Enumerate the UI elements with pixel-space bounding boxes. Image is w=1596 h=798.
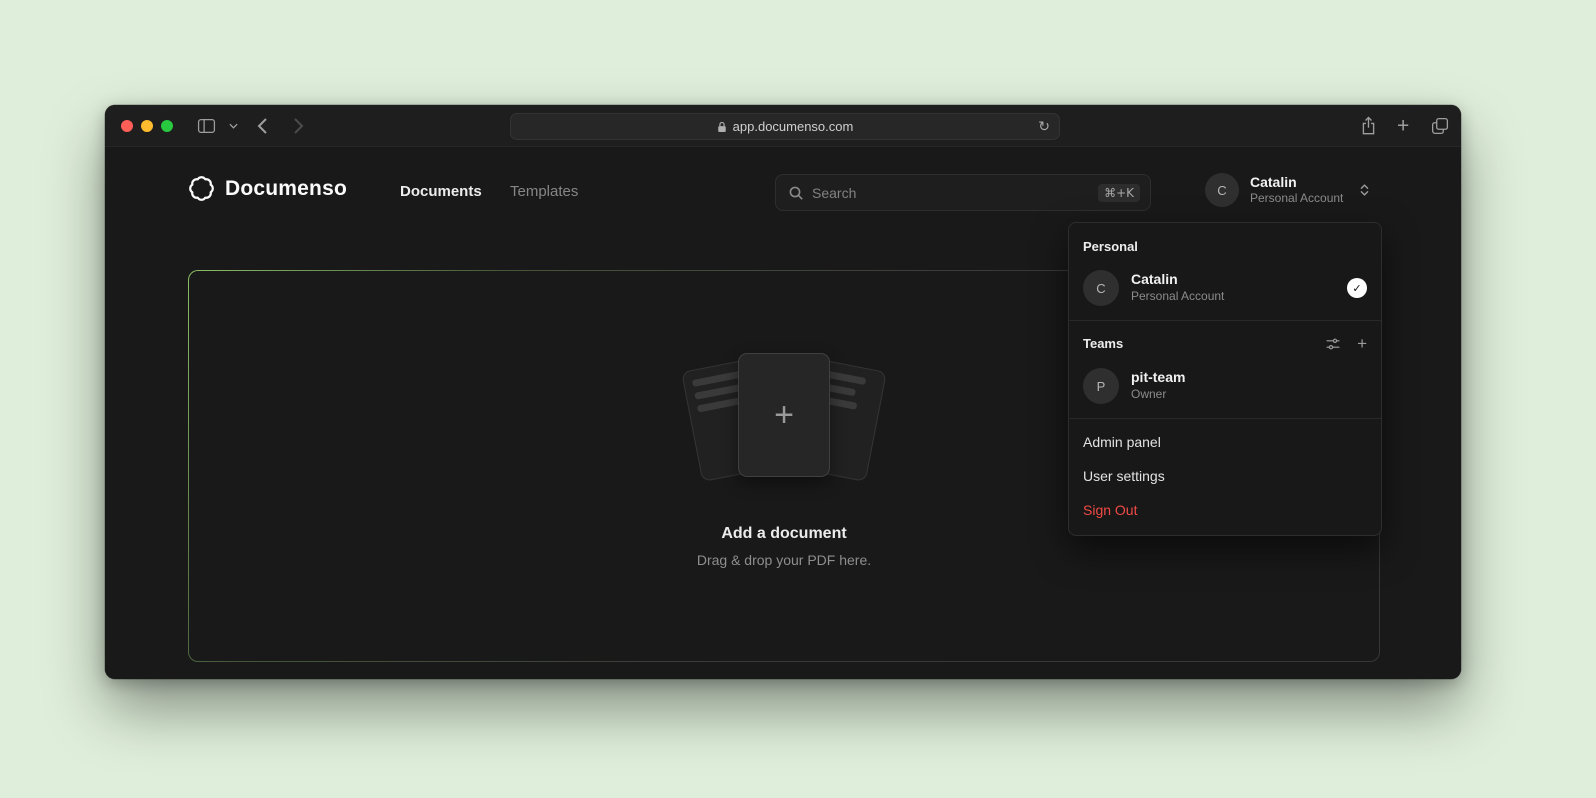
dropzone-title: Add a document	[721, 525, 846, 543]
brand[interactable]: Documenso	[188, 175, 347, 202]
minimize-window-button[interactable]	[141, 120, 153, 132]
avatar: P	[1083, 368, 1119, 404]
personal-section-label: Personal	[1069, 227, 1381, 262]
tab-overview-icon[interactable]	[1431, 117, 1449, 135]
menu-account-name: Catalin	[1131, 271, 1224, 289]
account-type: Personal Account	[1250, 191, 1343, 207]
menu-item-team[interactable]: P pit-team Owner	[1069, 360, 1381, 412]
url-text: app.documenso.com	[733, 119, 854, 134]
refresh-icon[interactable]: ↻	[1038, 119, 1050, 135]
nav-documents[interactable]: Documents	[400, 183, 482, 200]
lock-icon	[717, 121, 727, 133]
menu-account-type: Personal Account	[1131, 289, 1224, 305]
document-card-center: +	[738, 353, 830, 477]
avatar: C	[1205, 173, 1239, 207]
avatar: C	[1083, 270, 1119, 306]
search-bar[interactable]: ⌘+K	[775, 174, 1151, 211]
new-tab-icon[interactable]: +	[1397, 115, 1409, 136]
sidebar-toggle-icon[interactable]	[197, 118, 216, 134]
zoom-window-button[interactable]	[161, 120, 173, 132]
teams-section-label: Teams	[1083, 336, 1123, 351]
account-dropdown-menu: Personal C Catalin Personal Account ✓ Te…	[1068, 222, 1382, 536]
account-menu-button[interactable]: C Catalin Personal Account	[1205, 173, 1371, 207]
browser-window: app.documenso.com ↻ + Documenso	[105, 105, 1461, 679]
menu-divider	[1069, 418, 1381, 419]
document-stack-illustration: +	[669, 351, 899, 491]
menu-item-user-settings[interactable]: User settings	[1069, 459, 1381, 493]
browser-toolbar: app.documenso.com ↻ +	[105, 105, 1461, 147]
nav-templates[interactable]: Templates	[510, 183, 578, 200]
check-icon: ✓	[1347, 278, 1367, 298]
close-window-button[interactable]	[121, 120, 133, 132]
menu-divider	[1069, 320, 1381, 321]
brand-name: Documenso	[225, 177, 347, 201]
forward-button[interactable]	[293, 117, 304, 135]
documenso-logo-icon	[188, 175, 215, 202]
menu-item-personal-account[interactable]: C Catalin Personal Account ✓	[1069, 262, 1381, 314]
search-input[interactable]	[812, 185, 1090, 201]
create-team-icon[interactable]: +	[1357, 335, 1367, 352]
search-icon	[788, 185, 804, 201]
share-icon[interactable]	[1360, 116, 1377, 135]
team-name: pit-team	[1131, 369, 1185, 387]
app-page: Documenso Documents Templates ⌘+K C Cata…	[105, 147, 1461, 678]
account-name: Catalin	[1250, 174, 1343, 191]
team-role: Owner	[1131, 387, 1185, 403]
dropzone-subtitle: Drag & drop your PDF here.	[697, 552, 871, 568]
plus-icon: +	[774, 398, 794, 432]
search-shortcut-badge: ⌘+K	[1098, 184, 1140, 202]
toolbar-chevron-down-icon[interactable]	[229, 122, 238, 129]
chevron-up-down-icon	[1358, 182, 1371, 198]
teams-section-header: Teams +	[1069, 327, 1381, 360]
manage-teams-icon[interactable]	[1325, 336, 1341, 352]
menu-item-admin-panel[interactable]: Admin panel	[1069, 425, 1381, 459]
address-bar[interactable]: app.documenso.com ↻	[510, 113, 1060, 140]
menu-item-sign-out[interactable]: Sign Out	[1069, 493, 1381, 527]
back-button[interactable]	[257, 117, 268, 135]
